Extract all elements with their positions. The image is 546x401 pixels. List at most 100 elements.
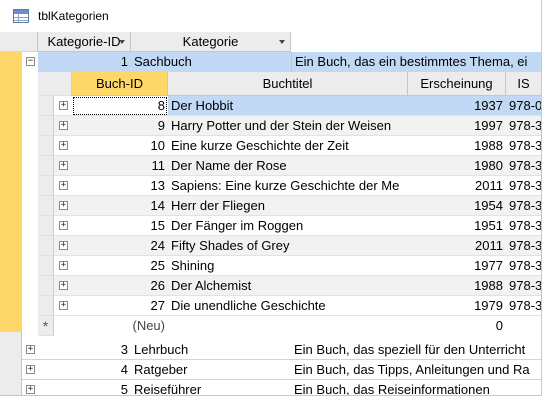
sub-row-isbn[interactable]: 978-3 xyxy=(506,116,541,136)
sub-row-isbn[interactable]: 978-3 xyxy=(506,176,541,196)
sub-row-buch-id[interactable]: 9 xyxy=(72,116,168,136)
main-row-kategorie[interactable]: Ratgeber xyxy=(131,360,291,380)
new-record-marker[interactable]: * xyxy=(38,316,54,336)
main-row-id[interactable]: 4 xyxy=(38,360,131,380)
sub-record-selector[interactable] xyxy=(38,176,54,196)
sub-record-selector[interactable] xyxy=(38,196,54,216)
record-selector-bar[interactable] xyxy=(0,52,22,332)
expand-icon[interactable]: + xyxy=(26,385,35,394)
sub-record-selector[interactable] xyxy=(38,236,54,256)
expand-icon[interactable]: + xyxy=(26,365,35,374)
sub-record-selector[interactable] xyxy=(38,116,54,136)
title-bar: tblKategorien xyxy=(0,0,541,32)
column-header-isbn[interactable]: IS xyxy=(506,72,541,96)
sub-row-buchtitel[interactable]: Sapiens: Eine kurze Geschichte der Me xyxy=(168,176,408,196)
sub-row-buchtitel[interactable]: Shining xyxy=(168,256,408,276)
new-row-buchtitel[interactable] xyxy=(168,316,408,336)
sub-row-isbn[interactable]: 978-3 xyxy=(506,216,541,236)
expand-icon[interactable]: + xyxy=(59,301,68,310)
sub-row-erscheinung[interactable]: 1977 xyxy=(408,256,506,276)
new-row-expander-cell xyxy=(54,316,72,336)
sub-row-isbn[interactable]: 978-3 xyxy=(506,196,541,216)
sub-record-selector[interactable] xyxy=(38,296,54,316)
new-row-buch-id[interactable]: (Neu) xyxy=(72,316,168,336)
dropdown-arrow-icon[interactable] xyxy=(119,40,125,44)
expand-icon[interactable]: + xyxy=(26,345,35,354)
sub-row-buchtitel[interactable]: Der Name der Rose xyxy=(168,156,408,176)
expand-icon[interactable]: + xyxy=(59,241,68,250)
main-row-beschreibung[interactable]: Ein Buch, das Tipps, Anleitungen und Ra xyxy=(291,360,541,380)
expand-icon[interactable]: + xyxy=(59,101,68,110)
sub-row-buchtitel[interactable]: Die unendliche Geschichte xyxy=(168,296,408,316)
column-header-kategorie[interactable]: Kategorie xyxy=(131,32,291,52)
sub-row-buchtitel[interactable]: Fifty Shades of Grey xyxy=(168,236,408,256)
main-row-kategorie[interactable]: Reiseführer xyxy=(131,380,291,395)
sub-row-buchtitel[interactable]: Harry Potter und der Stein der Weisen xyxy=(168,116,408,136)
main-row-beschreibung[interactable]: Ein Buch, das ein bestimmtes Thema, ei xyxy=(291,52,541,72)
collapse-icon[interactable]: − xyxy=(26,57,35,66)
sub-row-buchtitel[interactable]: Eine kurze Geschichte der Zeit xyxy=(168,136,408,156)
sub-row-isbn[interactable]: 978-3 xyxy=(506,136,541,156)
sub-row-buch-id[interactable]: 8 xyxy=(72,96,168,116)
sub-row-buchtitel[interactable]: Der Fänger im Roggen xyxy=(168,216,408,236)
main-row-kategorie[interactable]: Lehrbuch xyxy=(131,340,291,360)
sub-row-erscheinung[interactable]: 2011 xyxy=(408,236,506,256)
sub-row-buch-id[interactable]: 11 xyxy=(72,156,168,176)
sub-row-buch-id[interactable]: 10 xyxy=(72,136,168,156)
expand-icon[interactable]: + xyxy=(59,201,68,210)
select-all-corner[interactable] xyxy=(0,32,38,52)
sub-record-selector[interactable] xyxy=(38,216,54,236)
sub-row-isbn[interactable]: 978-3 xyxy=(506,256,541,276)
expand-icon[interactable]: + xyxy=(59,161,68,170)
expand-icon[interactable]: + xyxy=(59,221,68,230)
sub-row-buchtitel[interactable]: Der Alchemist xyxy=(168,276,408,296)
sub-row-buch-id[interactable]: 26 xyxy=(72,276,168,296)
expand-icon[interactable]: + xyxy=(59,121,68,130)
main-row-beschreibung[interactable]: Ein Buch, das speziell für den Unterrich… xyxy=(291,340,541,360)
sub-row-erscheinung[interactable]: 1997 xyxy=(408,116,506,136)
sub-record-selector[interactable] xyxy=(38,156,54,176)
sub-row-buch-id[interactable]: 24 xyxy=(72,236,168,256)
main-row-kategorie[interactable]: Sachbuch xyxy=(131,52,291,72)
sub-row-erscheinung[interactable]: 1988 xyxy=(408,276,506,296)
sub-row-buch-id[interactable]: 14 xyxy=(72,196,168,216)
sub-row-buch-id[interactable]: 15 xyxy=(72,216,168,236)
sub-row-buchtitel[interactable]: Herr der Fliegen xyxy=(168,196,408,216)
sub-record-selector[interactable] xyxy=(38,256,54,276)
sub-row-erscheinung[interactable]: 1980 xyxy=(408,156,506,176)
sub-row-buch-id[interactable]: 25 xyxy=(72,256,168,276)
sub-record-selector[interactable] xyxy=(38,276,54,296)
sub-row-erscheinung[interactable]: 1951 xyxy=(408,216,506,236)
sub-select-all-corner[interactable] xyxy=(38,72,72,96)
expand-icon[interactable]: + xyxy=(59,281,68,290)
sub-row-isbn[interactable]: 978-3 xyxy=(506,296,541,316)
new-row-erscheinung[interactable]: 0 xyxy=(408,316,506,336)
sub-record-selector[interactable] xyxy=(38,96,54,116)
sub-row-isbn[interactable]: 978-3 xyxy=(506,156,541,176)
sub-row-erscheinung[interactable]: 1937 xyxy=(408,96,506,116)
sub-row-buchtitel[interactable]: Der Hobbit xyxy=(168,96,408,116)
expand-icon[interactable]: + xyxy=(59,261,68,270)
sub-row-isbn[interactable]: 978-3 xyxy=(506,276,541,296)
main-row-id[interactable]: 5 xyxy=(38,380,131,395)
sub-row-erscheinung[interactable]: 1979 xyxy=(408,296,506,316)
main-row-id[interactable]: 3 xyxy=(38,340,131,360)
main-row-id[interactable]: 1 xyxy=(38,52,131,72)
column-header-buchtitel[interactable]: Buchtitel xyxy=(168,72,408,96)
sub-record-selector[interactable] xyxy=(38,136,54,156)
sub-row-erscheinung[interactable]: 1954 xyxy=(408,196,506,216)
column-header-kategorie-id[interactable]: Kategorie-ID xyxy=(38,32,131,52)
column-header-buch-id[interactable]: Buch-ID xyxy=(72,72,168,96)
main-row-beschreibung[interactable]: Ein Buch, das Reiseinformationen xyxy=(291,380,541,395)
dropdown-arrow-icon[interactable] xyxy=(279,40,285,44)
sub-row-buch-id[interactable]: 27 xyxy=(72,296,168,316)
sub-row-isbn[interactable]: 978-3 xyxy=(506,236,541,256)
expand-icon[interactable]: + xyxy=(59,181,68,190)
column-header-erscheinung[interactable]: Erscheinung xyxy=(408,72,506,96)
sub-row-erscheinung[interactable]: 2011 xyxy=(408,176,506,196)
sub-row-erscheinung[interactable]: 1988 xyxy=(408,136,506,156)
sub-row-isbn[interactable]: 978-0 xyxy=(506,96,541,116)
new-row-isbn[interactable] xyxy=(506,316,541,336)
sub-row-buch-id[interactable]: 13 xyxy=(72,176,168,196)
expand-icon[interactable]: + xyxy=(59,141,68,150)
